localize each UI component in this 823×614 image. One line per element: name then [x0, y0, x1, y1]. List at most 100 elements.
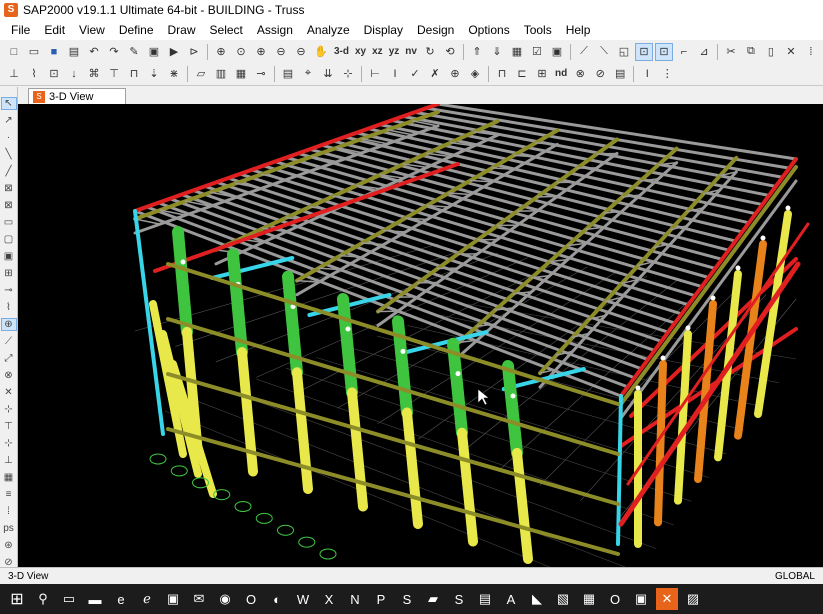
view-xz-button[interactable]: xz	[371, 44, 384, 60]
base-support-icon[interactable]	[170, 465, 188, 477]
view-3d-button[interactable]: 3-d	[333, 44, 350, 60]
mail-icon[interactable]: ✉	[188, 588, 210, 610]
move-down-icon[interactable]: ⇓	[489, 44, 505, 60]
truss-web[interactable]	[260, 173, 288, 181]
folder-icon[interactable]: ▰	[422, 588, 444, 610]
menu-assign[interactable]: Assign	[250, 20, 300, 40]
quick-draw-frame-icon[interactable]: ⊠	[2, 183, 16, 194]
menu-draw[interactable]: Draw	[161, 20, 203, 40]
check-icon[interactable]: ☑	[529, 44, 545, 60]
front-column-lower[interactable]	[512, 447, 533, 564]
joint-constraints-icon[interactable]: ⌘	[86, 66, 102, 82]
zoom-previous-icon[interactable]: ⊖	[273, 44, 289, 60]
frame-loads-icon[interactable]: ⇣	[146, 66, 162, 82]
display-sections-icon[interactable]: ▤	[612, 66, 628, 82]
replicate-icon[interactable]: ⁞	[803, 44, 819, 60]
clear-selection-icon[interactable]: ✕	[2, 387, 16, 398]
snap-perpendicular-icon[interactable]: ⊥	[2, 455, 16, 466]
delete-icon[interactable]: ✕	[783, 44, 799, 60]
truss-web[interactable]	[361, 242, 385, 246]
new-file-icon[interactable]: □	[6, 44, 22, 60]
column-joint[interactable]	[510, 393, 516, 399]
tab-3d-view[interactable]: S 3-D View	[28, 88, 126, 104]
sap2000-taskbar-icon[interactable]: ✕	[656, 588, 678, 610]
wall-girt[interactable]	[166, 372, 620, 506]
quick-draw-brace-icon[interactable]: ⊠	[2, 200, 16, 211]
ie-browser-icon[interactable]: ℯ	[136, 588, 158, 610]
run-analysis-icon[interactable]: ▶	[166, 44, 182, 60]
column-joint[interactable]	[685, 325, 691, 331]
base-support-icon[interactable]	[298, 536, 316, 548]
joint-mass-icon[interactable]: ⊡	[46, 66, 62, 82]
display-solids-icon[interactable]: ⊞	[534, 66, 550, 82]
zoom-full-icon[interactable]: ⊙	[233, 44, 249, 60]
zoom-in-icon[interactable]: ⊕	[253, 44, 269, 60]
redo-icon[interactable]: ↷	[106, 44, 122, 60]
excel-icon[interactable]: X	[318, 588, 340, 610]
acrobat-icon[interactable]: ◣	[526, 588, 548, 610]
grid-line[interactable]	[225, 389, 657, 549]
display-frames-icon[interactable]: ⊓	[494, 66, 510, 82]
select-pointer-icon[interactable]: ⊡	[654, 42, 673, 61]
display-loads-icon[interactable]: ⇊	[320, 66, 336, 82]
column-joint[interactable]	[710, 295, 716, 301]
sketchup-icon[interactable]: ▧	[552, 588, 574, 610]
run-play-icon[interactable]: ⊳	[186, 44, 202, 60]
base-support-icon[interactable]	[277, 524, 294, 536]
front-column-lower[interactable]	[347, 387, 368, 512]
file-explorer-icon[interactable]: ▬	[84, 588, 106, 610]
word-icon[interactable]: W	[292, 588, 314, 610]
save-icon[interactable]: ■	[46, 44, 62, 60]
front-column-lower[interactable]	[457, 427, 478, 547]
status-coord-system[interactable]: GLOBAL	[775, 571, 815, 582]
menu-select[interactable]: Select	[203, 20, 250, 40]
base-support-icon[interactable]	[319, 548, 337, 560]
model-viewport-3d[interactable]	[18, 104, 823, 567]
design-check-icon[interactable]: ✓	[407, 66, 423, 82]
truss-web[interactable]	[383, 229, 407, 233]
column-joint[interactable]	[345, 326, 351, 332]
view-nv-button[interactable]: nv	[404, 44, 418, 60]
menu-view[interactable]: View	[72, 20, 112, 40]
cut-icon[interactable]: ✂	[723, 44, 739, 60]
windows-start-icon[interactable]: ⊞	[6, 588, 28, 610]
snap-points-icon[interactable]: ⊹	[2, 404, 16, 415]
view-yz-button[interactable]: yz	[388, 44, 401, 60]
nd-button[interactable]: nd	[554, 66, 568, 82]
task-view-icon[interactable]: ▭	[58, 588, 80, 610]
search-icon[interactable]: ⚲	[32, 588, 54, 610]
rotate-icon[interactable]: ↻	[422, 44, 438, 60]
area-mesh-icon[interactable]: ▦	[233, 66, 249, 82]
menu-help[interactable]: Help	[559, 20, 598, 40]
reshape-icon[interactable]: ↗	[2, 115, 16, 126]
quick-draw-area-icon[interactable]: ▣	[2, 251, 16, 262]
column-joint[interactable]	[400, 348, 406, 354]
print-icon[interactable]: ▤	[66, 44, 82, 60]
snap-fine-icon[interactable]: ⁞	[2, 506, 16, 517]
draw-area-icon[interactable]: ◱	[616, 44, 632, 60]
truss-web[interactable]	[534, 142, 559, 146]
undo-icon[interactable]: ↶	[86, 44, 102, 60]
perspective-icon[interactable]: ⟲	[442, 44, 458, 60]
draw-joint-icon[interactable]: ·	[2, 132, 16, 143]
copy-icon[interactable]: ⧉	[743, 44, 759, 60]
joint-springs-icon[interactable]: ⌇	[26, 66, 42, 82]
pencil-icon[interactable]: ✎	[126, 44, 142, 60]
design-redesign-icon[interactable]: ✗	[427, 66, 443, 82]
etabs-icon[interactable]: ▦	[578, 588, 600, 610]
wall-girt[interactable]	[166, 427, 620, 556]
front-column-upper[interactable]	[502, 360, 523, 459]
design-steel-icon[interactable]: ⊢	[367, 66, 383, 82]
select-previous-icon[interactable]: ⊗	[2, 370, 16, 381]
draw-frame-line-icon[interactable]: ╲	[2, 149, 16, 160]
link-properties-icon[interactable]: ⊸	[253, 66, 269, 82]
side-column[interactable]	[654, 360, 667, 527]
menu-options[interactable]: Options	[461, 20, 516, 40]
draw-frame-icon[interactable]: ⟋	[576, 44, 592, 60]
draw-brace-line-icon[interactable]: ╱	[2, 166, 16, 177]
column-joint[interactable]	[635, 385, 641, 391]
snap-intersect-icon[interactable]: ⊹	[2, 438, 16, 449]
column-joint[interactable]	[785, 205, 791, 211]
show-axes-icon[interactable]: ⌖	[300, 66, 316, 82]
display-output-icon[interactable]: ⊘	[592, 66, 608, 82]
